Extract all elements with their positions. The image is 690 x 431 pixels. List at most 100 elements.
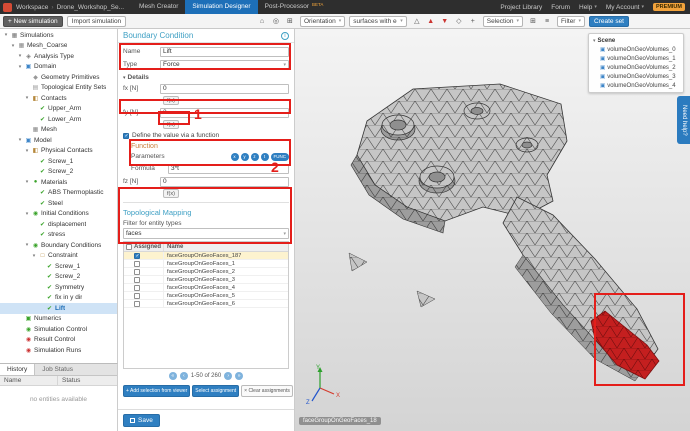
section-plane-icon[interactable]: + [467, 15, 479, 27]
tree-item-screw-2[interactable]: ✔Screw_2 [0, 167, 117, 178]
table-row[interactable]: faceGroupOnGeoFaces_2 [124, 268, 288, 276]
tree-item-physical-contacts[interactable]: ▾◧Physical Contacts [0, 146, 117, 157]
home-view-icon[interactable]: ⌂ [256, 15, 268, 27]
save-button[interactable]: Save [123, 414, 160, 427]
import-simulation-button[interactable]: Import simulation [67, 16, 127, 27]
tree-item-analysis-type[interactable]: ▾◈Analysis Type [0, 51, 117, 62]
expand-arrow-icon[interactable]: ▾ [17, 53, 23, 59]
parameter-chip-func[interactable]: FUNC [271, 153, 290, 161]
tree-item-boundary-conditions[interactable]: ▾◉Boundary Conditions [0, 240, 117, 251]
function-checkbox[interactable] [123, 133, 129, 139]
last-page-button[interactable]: » [235, 372, 243, 380]
tree-item-screw-2[interactable]: ✔Screw_2 [0, 272, 117, 283]
tree-item-fix-in-y-dir[interactable]: ✔fix in y dir [0, 293, 117, 304]
name-input[interactable] [160, 47, 289, 57]
select-assignment-button[interactable]: Select assignment [192, 385, 239, 397]
clear-assignments-button[interactable]: × Clear assignments [241, 385, 293, 397]
info-icon[interactable]: i [281, 32, 289, 40]
expand-arrow-icon[interactable]: ▾ [24, 148, 30, 154]
assigned-checkbox[interactable] [134, 293, 140, 299]
table-row[interactable]: faceGroupOnGeoFaces_4 [124, 284, 288, 292]
tree-item-geometry-primitives[interactable]: ◆Geometry Primitives [0, 72, 117, 83]
scene-item[interactable]: ▣volumeOnGeoVolumes_0 [589, 45, 683, 54]
tree-item-simulation-runs[interactable]: ◉Simulation Runs [0, 345, 117, 356]
tree-item-displacement[interactable]: ✔displacement [0, 219, 117, 230]
tab-mesh-creator[interactable]: Mesh Creator [132, 0, 185, 14]
viewport-3d[interactable]: ▾ Scene ▣volumeOnGeoVolumes_0▣volumeOnGe… [295, 29, 690, 431]
tree-item-lift[interactable]: ✔Lift [0, 303, 117, 314]
perspective-view-icon[interactable]: ⊞ [284, 15, 296, 27]
entity-type-select[interactable]: faces ▾ [123, 228, 289, 239]
expand-arrow-icon[interactable]: ▾ [24, 211, 30, 217]
tree-item-topological-entity-sets[interactable]: ▤Topological Entity Sets [0, 83, 117, 94]
tree-item-mesh[interactable]: ▦Mesh [0, 125, 117, 136]
fz-formula-toggle-button[interactable]: f(x) [163, 189, 179, 198]
expand-arrow-icon[interactable]: ▾ [31, 253, 37, 259]
scene-item[interactable]: ▣volumeOnGeoVolumes_3 [589, 72, 683, 81]
scene-item[interactable]: ▣volumeOnGeoVolumes_4 [589, 81, 683, 90]
workspace-name[interactable]: Drone_Workshop_Se... [57, 4, 124, 11]
tab-history[interactable]: History [0, 364, 35, 375]
assigned-checkbox[interactable] [134, 285, 140, 291]
filter-dropdown[interactable]: Filter ▾ [557, 16, 585, 27]
fz-input[interactable] [160, 177, 289, 187]
tree-item-initial-conditions[interactable]: ▾◉Initial Conditions [0, 209, 117, 220]
expand-arrow-icon[interactable]: ▾ [24, 95, 30, 101]
expand-arrow-icon[interactable]: ▾ [24, 179, 30, 185]
table-row[interactable]: faceGroupOnGeoFaces_187 [124, 252, 288, 260]
expand-arrow-icon[interactable]: ▾ [10, 43, 16, 49]
tree-item-result-control[interactable]: ◉Result Control [0, 335, 117, 346]
new-simulation-button[interactable]: + New simulation [3, 16, 63, 27]
workspace-label[interactable]: Workspace [16, 4, 48, 11]
fx-formula-toggle-button[interactable]: f(x) [163, 96, 179, 105]
orientation-dropdown[interactable]: Orientation ▾ [300, 16, 345, 27]
assigned-checkbox[interactable] [134, 301, 140, 307]
render-mode-select[interactable]: surfaces with edges ▾ [349, 16, 407, 27]
tab-post-processor[interactable]: Post-ProcessorBETA [258, 0, 331, 14]
show-selection-icon[interactable]: ▲ [425, 15, 437, 27]
expand-arrow-icon[interactable]: ▾ [17, 137, 23, 143]
parameter-chip-x[interactable]: x [231, 153, 239, 161]
table-row[interactable]: faceGroupOnGeoFaces_3 [124, 276, 288, 284]
need-help-tab[interactable]: Need help? [677, 96, 690, 144]
scene-root[interactable]: ▾ Scene [589, 36, 683, 45]
parameter-chip-z[interactable]: z [251, 153, 259, 161]
assigned-checkbox[interactable] [134, 277, 140, 283]
tab-simulation-designer[interactable]: Simulation Designer [185, 0, 257, 14]
topbar-item-project-library[interactable]: Project Library [500, 4, 542, 11]
tree-item-lower-arm[interactable]: ✔Lower_Arm [0, 114, 117, 125]
tree-item-steel[interactable]: ✔Steel [0, 198, 117, 209]
add-selection-from-viewer-button[interactable]: + Add selection from viewer [123, 385, 190, 397]
fit-view-icon[interactable]: ◎ [270, 15, 282, 27]
hide-selection-icon[interactable]: ▼ [439, 15, 451, 27]
assigned-checkbox[interactable] [134, 253, 140, 259]
scene-item[interactable]: ▣volumeOnGeoVolumes_1 [589, 54, 683, 63]
tree-item-materials[interactable]: ▾●Materials [0, 177, 117, 188]
tree-item-simulations[interactable]: ▾▦Simulations [0, 30, 117, 41]
parameter-chip-t[interactable]: t [261, 153, 269, 161]
first-page-button[interactable]: « [169, 372, 177, 380]
selection-dropdown[interactable]: Selection ▾ [483, 16, 523, 27]
table-row[interactable]: faceGroupOnGeoFaces_5 [124, 292, 288, 300]
tree-item-simulation-control[interactable]: ◉Simulation Control [0, 324, 117, 335]
expand-arrow-icon[interactable]: ▾ [17, 64, 23, 70]
table-row[interactable]: faceGroupOnGeoFaces_6 [124, 300, 288, 308]
tree-item-stress[interactable]: ✔stress [0, 230, 117, 241]
wireframe-icon[interactable]: △ [411, 15, 423, 27]
assigned-checkbox[interactable] [134, 261, 140, 267]
type-select[interactable]: Force ▾ [160, 60, 289, 70]
tree-item-screw-1[interactable]: ✔Screw_1 [0, 261, 117, 272]
select-all-checkbox[interactable] [126, 244, 132, 250]
expand-arrow-icon[interactable]: ▾ [24, 242, 30, 248]
tab-job-status[interactable]: Job Status [35, 364, 80, 375]
transparency-icon[interactable]: ◇ [453, 15, 465, 27]
topbar-item-my-account[interactable]: My Account▾ [606, 4, 644, 11]
scene-item[interactable]: ▣volumeOnGeoVolumes_2 [589, 63, 683, 72]
tree-item-symmetry[interactable]: ✔Symmetry [0, 282, 117, 293]
tree-item-mesh-coarse[interactable]: ▾▦Mesh_Coarse [0, 41, 117, 52]
topbar-item-forum[interactable]: Forum [551, 4, 570, 11]
tree-item-screw-1[interactable]: ✔Screw_1 [0, 156, 117, 167]
fy-formula-toggle-button[interactable]: f(x) [163, 120, 179, 129]
tree-item-model[interactable]: ▾▣Model [0, 135, 117, 146]
assigned-checkbox[interactable] [134, 269, 140, 275]
